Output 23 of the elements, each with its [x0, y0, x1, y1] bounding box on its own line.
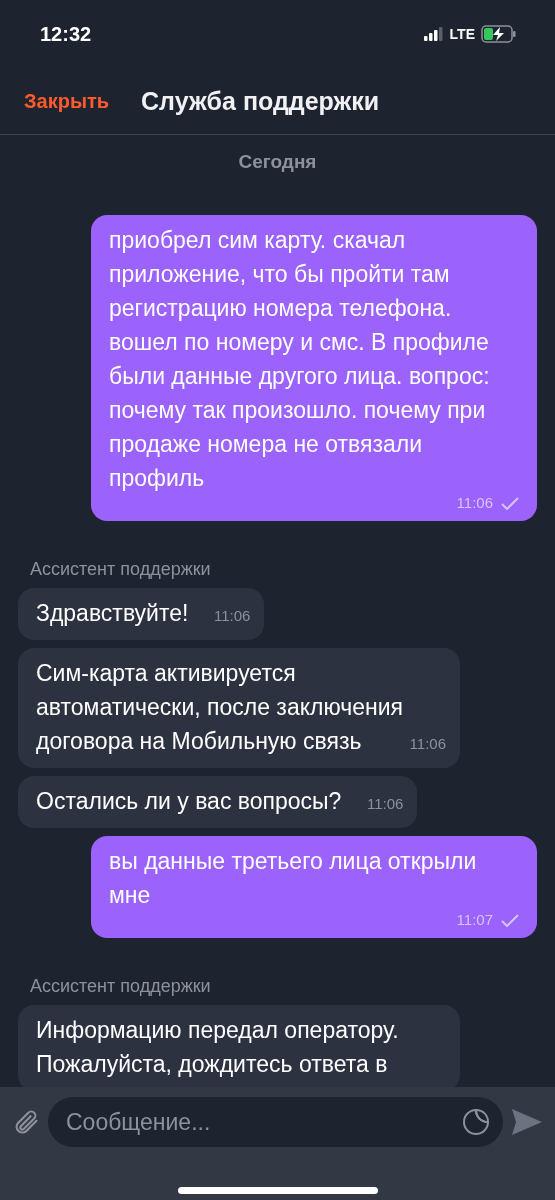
- message-text: Остались ли у вас вопросы?: [36, 788, 342, 814]
- message-time: 11:07: [456, 910, 493, 930]
- network-label: LTE: [449, 26, 475, 42]
- status-time: 12:32: [40, 22, 92, 46]
- message-field[interactable]: Сообщение...: [48, 1097, 503, 1147]
- message-time: 11:06: [366, 794, 404, 814]
- message-text: Сим-карта активируется автоматически, после заключения договора на Мобильную связь: [36, 660, 403, 754]
- chat-title: Служба поддержки: [141, 86, 380, 116]
- message-text: вы данные третьего лица открыли мне: [109, 847, 478, 910]
- battery-charging-icon: [481, 25, 517, 43]
- sender-name: Ассистент поддержки: [30, 976, 212, 997]
- message-text: приобрел сим карту. скачал приложение, что бы пройти там регистрацию номера телефона. вошел по номеру и смс. В профиле были данные другого лица. вопрос: почему так произошло. почему при продаже номера не отвязали профиль: [109, 226, 491, 493]
- sticker-icon[interactable]: [461, 1107, 491, 1137]
- sender-name: Ассистент поддержки: [30, 559, 212, 580]
- message-time: 11:06: [214, 606, 251, 626]
- message-time: 11:06: [456, 493, 493, 513]
- signal-icon: [423, 27, 444, 41]
- message-text: Здравствуйте!: [36, 600, 189, 626]
- close-button[interactable]: Закрыть: [24, 89, 110, 113]
- message-time: 11:06: [409, 734, 446, 754]
- date-label: Сегодня: [238, 151, 317, 173]
- send-icon[interactable]: [511, 1108, 543, 1136]
- message-text: Информацию передал оператору. Пожалуйста, дождитесь ответа в: [36, 1017, 399, 1077]
